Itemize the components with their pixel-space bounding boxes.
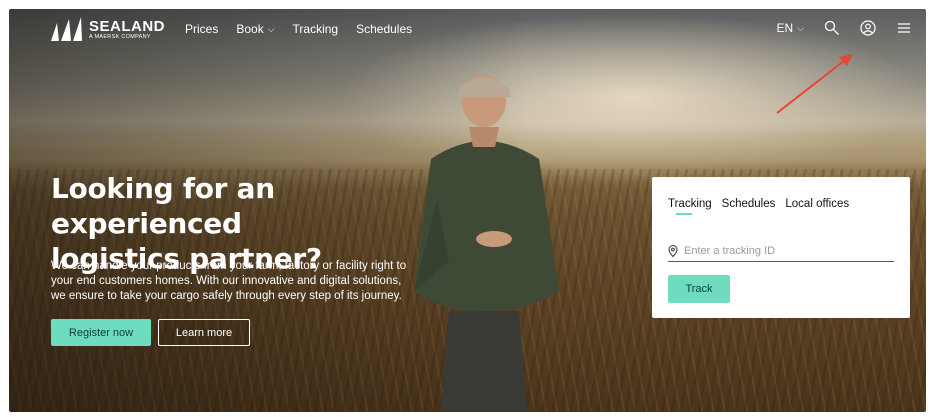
location-pin-icon xyxy=(668,244,678,257)
brand-tagline: A MAERSK COMPANY xyxy=(89,34,151,41)
nav-link-tracking[interactable]: Tracking xyxy=(293,22,339,36)
learn-more-button[interactable]: Learn more xyxy=(158,319,250,346)
hero-description: We can handle your products from your fa… xyxy=(51,259,451,304)
sealand-logo[interactable]: SEALAND A MAERSK COMPANY xyxy=(49,17,165,43)
account-icon[interactable] xyxy=(860,20,876,36)
top-navbar: SEALAND A MAERSK COMPANY Prices Book ⌵ T… xyxy=(9,9,926,53)
menu-icon[interactable] xyxy=(896,20,912,36)
search-icon[interactable] xyxy=(824,20,840,36)
sealand-logo-mark-icon xyxy=(51,17,82,41)
hero-description-line: your end customers homes. With our innov… xyxy=(51,275,402,287)
chevron-down-icon: ⌵ xyxy=(797,22,804,33)
hero-description-line: we ensure to take your cargo safely thro… xyxy=(51,290,402,302)
tracking-card: Tracking Schedules Local offices Track xyxy=(652,177,910,318)
tab-tracking[interactable]: Tracking xyxy=(668,198,712,215)
tracking-id-input[interactable] xyxy=(684,244,884,257)
hero-background: SEALAND A MAERSK COMPANY Prices Book ⌵ T… xyxy=(9,9,926,412)
nav-link-schedules[interactable]: Schedules xyxy=(356,22,412,36)
nav-link-book[interactable]: Book ⌵ xyxy=(236,22,274,36)
nav-link-prices[interactable]: Prices xyxy=(185,22,218,36)
nav-link-label: Tracking xyxy=(292,22,339,36)
nav-link-label: Book xyxy=(236,22,264,36)
tracking-card-tabs: Tracking Schedules Local offices xyxy=(668,198,849,215)
tracking-id-field xyxy=(668,240,894,262)
nav-link-label: Schedules xyxy=(356,22,413,36)
chevron-down-icon: ⌵ xyxy=(267,23,275,34)
hero-description-line: We can handle your products from your fa… xyxy=(51,260,407,272)
tab-schedules[interactable]: Schedules xyxy=(722,198,776,215)
main-nav: Prices Book ⌵ Tracking Schedules xyxy=(185,22,412,36)
brand-name: SEALAND xyxy=(89,18,166,36)
track-button[interactable]: Track xyxy=(668,275,730,303)
language-selector[interactable]: EN ⌵ xyxy=(777,21,805,35)
nav-utilities: EN ⌵ xyxy=(777,20,913,36)
annotation-arrow-icon xyxy=(776,54,853,114)
hero-title-line: Looking for an experienced xyxy=(51,172,275,240)
nav-link-label: Prices xyxy=(185,22,219,36)
tab-local-offices[interactable]: Local offices xyxy=(785,198,849,215)
register-now-button[interactable]: Register now xyxy=(51,319,151,346)
language-label: EN xyxy=(776,21,794,35)
